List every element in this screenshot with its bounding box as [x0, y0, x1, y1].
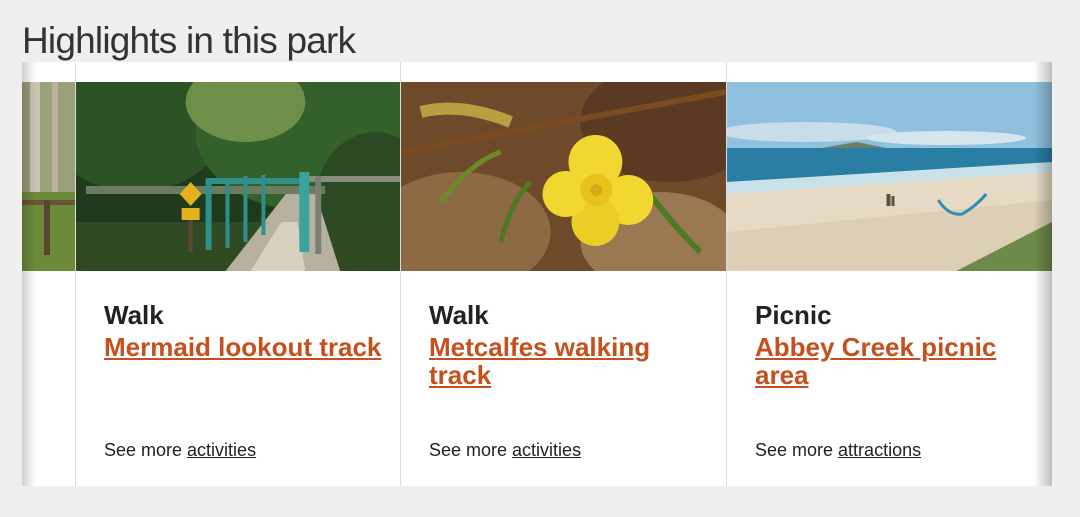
see-more-attractions-link[interactable]: attractions	[838, 440, 921, 460]
see-more-prefix: See more	[429, 440, 513, 460]
see-more-activities-link[interactable]: activities	[512, 440, 581, 460]
previous-card-partial[interactable]	[22, 62, 75, 486]
highlight-card[interactable]: Picnic Abbey Creek picnic area See more …	[726, 62, 1052, 486]
highlights-carousel[interactable]: Walk Mermaid lookout track See more acti…	[22, 62, 1052, 486]
highlight-card[interactable]: Walk Metcalfes walking track See more ac…	[400, 62, 726, 486]
card-title-link[interactable]: Mermaid lookout track	[104, 333, 384, 361]
card-type-label: Picnic	[755, 300, 832, 330]
card-type-label: Walk	[429, 300, 489, 330]
see-more-text: See more activities	[429, 440, 581, 461]
yellow-flower-image[interactable]	[401, 82, 726, 271]
section-title: Highlights in this park	[22, 20, 356, 61]
previous-card-image	[22, 82, 75, 271]
highlight-card[interactable]: Walk Mermaid lookout track See more acti…	[75, 62, 400, 486]
card-body: Walk Mermaid lookout track	[104, 300, 384, 361]
card-body: Picnic Abbey Creek picnic area	[755, 300, 1036, 389]
walking-track-bridge-image[interactable]	[76, 82, 400, 271]
beach-picnic-area-image[interactable]	[727, 82, 1052, 271]
see-more-text: See more activities	[104, 440, 256, 461]
see-more-activities-link[interactable]: activities	[187, 440, 256, 460]
card-body: Walk Metcalfes walking track	[429, 300, 710, 389]
see-more-prefix: See more	[755, 440, 839, 460]
see-more-prefix: See more	[104, 440, 188, 460]
see-more-text: See more attractions	[755, 440, 921, 461]
card-title-link[interactable]: Metcalfes walking track	[429, 333, 710, 389]
card-type-label: Walk	[104, 300, 164, 330]
card-title-link[interactable]: Abbey Creek picnic area	[755, 333, 1036, 389]
